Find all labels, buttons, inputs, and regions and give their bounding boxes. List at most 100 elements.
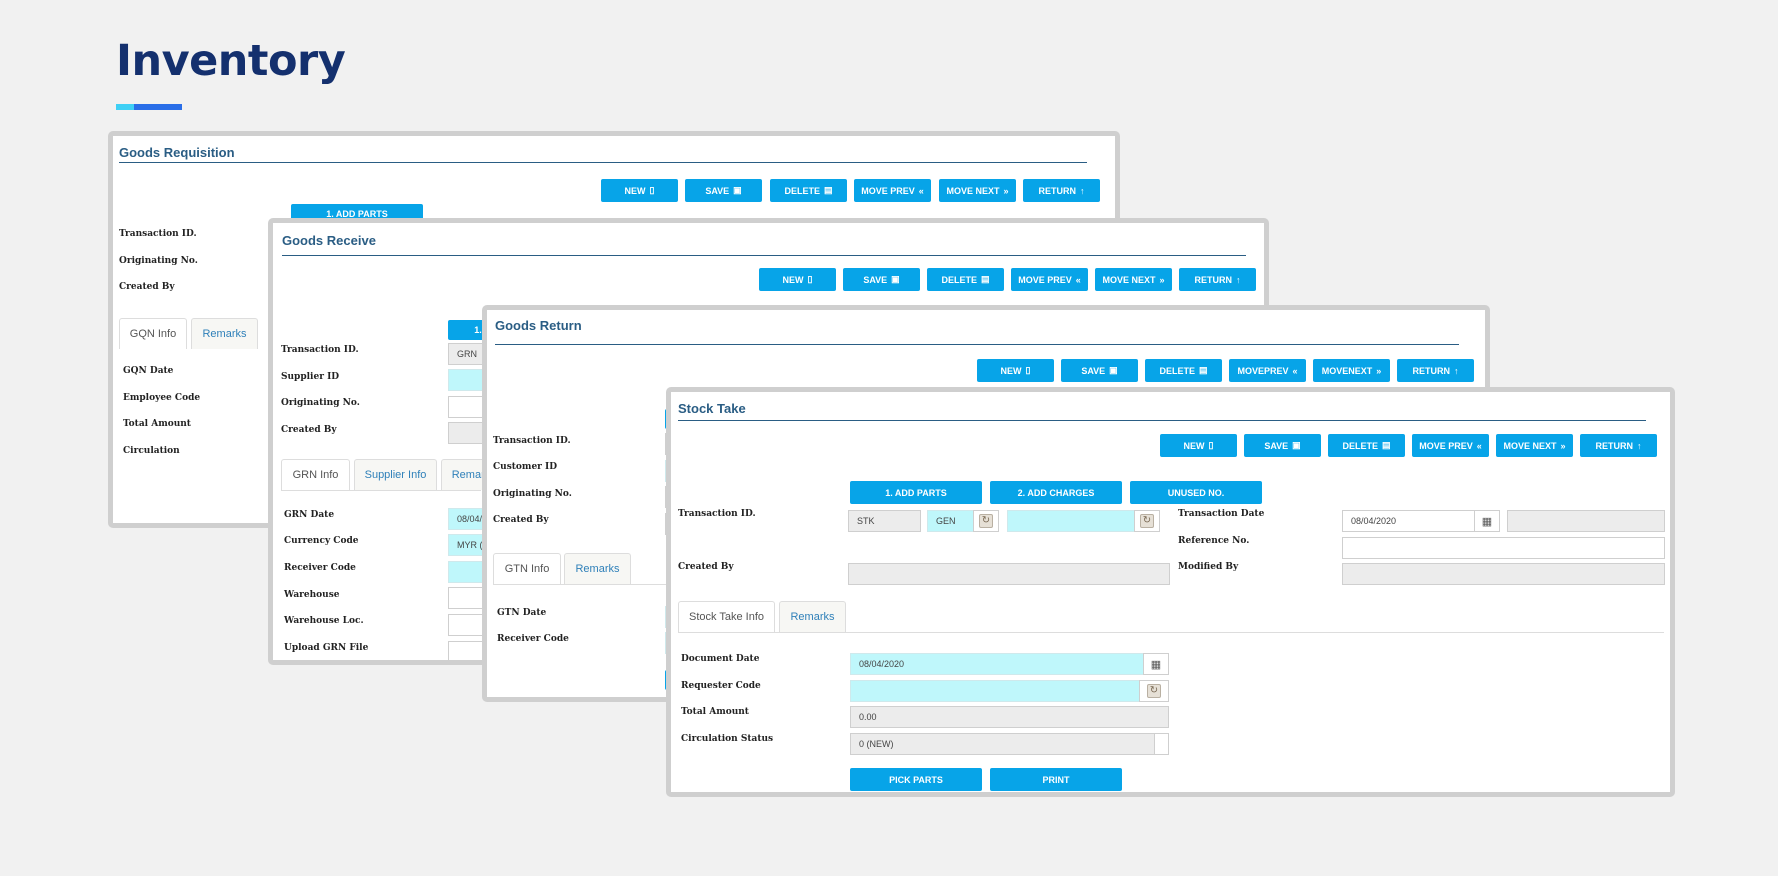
move-next-button[interactable]: MOVE NEXT» — [939, 179, 1016, 202]
return-button[interactable]: RETURN ↑ — [1580, 434, 1657, 457]
move-next-button[interactable]: MOVE NEXT» — [1496, 434, 1573, 457]
arrow-up-icon: ↑ — [1080, 185, 1085, 196]
save-button[interactable]: SAVE ▣ — [685, 179, 762, 202]
print-button[interactable]: PRINT — [990, 768, 1122, 791]
transaction-number-field[interactable] — [1007, 510, 1135, 532]
tab-remarks[interactable]: Remarks — [191, 318, 258, 349]
delete-button[interactable]: DELETE ▤ — [770, 179, 847, 202]
tab-gtn-info[interactable]: GTN Info — [493, 553, 561, 584]
floppy-icon: ▣ — [1109, 365, 1118, 375]
employee-code-label: Employee Code — [123, 393, 201, 403]
reference-no-label: Reference No. — [1178, 536, 1250, 546]
receiver-code-label: Receiver Code — [497, 634, 569, 644]
file-icon: ▯ — [649, 185, 655, 195]
add-parts-button[interactable]: 1. ADD PARTS — [850, 481, 982, 504]
floppy-icon: ▣ — [733, 185, 742, 195]
title-accent-bar — [116, 104, 182, 110]
new-button[interactable]: NEW ▯ — [977, 359, 1054, 382]
tab-remarks[interactable]: Remarks — [779, 601, 846, 632]
refresh-button-2[interactable]: ↻ — [1134, 510, 1160, 532]
refresh-icon: ↻ — [1140, 514, 1154, 528]
delete-button[interactable]: DELETE ▤ — [927, 268, 1004, 291]
refresh-icon: ↻ — [979, 514, 993, 528]
tab-stock-take-info[interactable]: Stock Take Info — [678, 601, 775, 632]
arrow-up-icon: ↑ — [1454, 365, 1459, 376]
double-chevron-left-icon: « — [918, 185, 924, 196]
transaction-date-extra-field — [1507, 510, 1665, 532]
document-date-field[interactable]: 08/04/2020 — [850, 653, 1144, 675]
transaction-id-label: Transaction ID. — [281, 345, 359, 355]
save-button[interactable]: SAVE ▣ — [1061, 359, 1138, 382]
double-chevron-left-icon: « — [1292, 365, 1298, 376]
save-button[interactable]: SAVE ▣ — [843, 268, 920, 291]
new-button[interactable]: NEW ▯ — [601, 179, 678, 202]
originating-no-label: Originating No. — [493, 489, 572, 499]
title-divider — [495, 344, 1459, 345]
tab-gqn-info[interactable]: GQN Info — [119, 318, 187, 349]
tab-divider — [281, 490, 481, 491]
transaction-id-label: Transaction ID. — [678, 509, 756, 519]
pick-parts-button[interactable]: PICK PARTS — [850, 768, 982, 791]
return-button[interactable]: RETURN ↑ — [1397, 359, 1474, 382]
transaction-prefix-field: STK — [848, 510, 921, 532]
circulation-status-label: Circulation Status — [681, 734, 774, 744]
requester-code-label: Requester Code — [681, 681, 761, 691]
created-by-label: Created By — [678, 562, 734, 572]
modified-by-field — [1342, 563, 1665, 585]
transaction-code-field[interactable]: GEN — [927, 510, 974, 532]
customer-id-label: Customer ID — [493, 462, 558, 472]
new-button[interactable]: NEW ▯ — [1160, 434, 1237, 457]
add-charges-button[interactable]: 2. ADD CHARGES — [990, 481, 1122, 504]
gtn-date-label: GTN Date — [497, 608, 547, 618]
move-prev-button[interactable]: MOVE PREV « — [1011, 268, 1088, 291]
move-next-button[interactable]: MOVE NEXT» — [1095, 268, 1172, 291]
return-button[interactable]: RETURN ↑ — [1023, 179, 1100, 202]
calendar-icon: ▦ — [1481, 515, 1493, 528]
transaction-date-label: Transaction Date — [1178, 509, 1265, 519]
title-divider — [678, 420, 1646, 421]
file-icon: ▯ — [1025, 365, 1031, 375]
refresh-button-3[interactable]: ↻ — [1139, 680, 1169, 702]
tab-supplier-info[interactable]: Supplier Info — [354, 459, 437, 490]
delete-button[interactable]: DELETE ▤ — [1328, 434, 1405, 457]
requester-code-field[interactable] — [850, 680, 1140, 702]
receiver-code-label: Receiver Code — [284, 563, 356, 573]
warehouse-label: Warehouse — [284, 590, 340, 600]
refresh-button[interactable]: ↻ — [973, 510, 999, 532]
accent-segment-dark — [134, 104, 182, 110]
stock-take-window: Stock Take NEW ▯ SAVE ▣ DELETE ▤ MOVE PREV «… — [666, 387, 1675, 797]
page-title: Inventory — [116, 36, 346, 86]
trash-icon: ▤ — [824, 185, 833, 195]
originating-no-label: Originating No. — [119, 256, 198, 266]
double-chevron-right-icon: » — [1003, 185, 1009, 196]
transaction-id-label: Transaction ID. — [119, 229, 197, 239]
tab-remarks[interactable]: Remarks — [564, 553, 631, 584]
new-button[interactable]: NEW ▯ — [759, 268, 836, 291]
calendar-icon: ▦ — [1150, 658, 1162, 671]
total-amount-field: 0.00 — [850, 706, 1169, 728]
save-button[interactable]: SAVE ▣ — [1244, 434, 1321, 457]
gqn-date-label: GQN Date — [123, 366, 174, 376]
tab-grn-info[interactable]: GRN Info — [281, 459, 350, 490]
calendar-button[interactable]: ▦ — [1474, 510, 1500, 532]
move-next-button[interactable]: MOVENEXT» — [1313, 359, 1390, 382]
move-prev-button[interactable]: MOVE PREV « — [1412, 434, 1489, 457]
tab-divider — [493, 584, 683, 585]
delete-button[interactable]: DELETE ▤ — [1145, 359, 1222, 382]
trash-icon: ▤ — [981, 274, 990, 284]
return-button[interactable]: RETURN ↑ — [1179, 268, 1256, 291]
move-prev-button[interactable]: MOVE PREV « — [854, 179, 931, 202]
document-date-label: Document Date — [681, 654, 760, 664]
transaction-date-field[interactable]: 08/04/2020 — [1342, 510, 1475, 532]
calendar-button[interactable]: ▦ — [1143, 653, 1169, 675]
unused-no-button[interactable]: UNUSED NO. — [1130, 481, 1262, 504]
move-prev-button[interactable]: MOVEPREV « — [1229, 359, 1306, 382]
circulation-label: Circulation — [123, 446, 180, 456]
grn-date-label: GRN Date — [284, 510, 335, 520]
reference-no-field[interactable] — [1342, 537, 1665, 559]
window-title: Goods Receive — [282, 233, 376, 248]
trash-icon: ▤ — [1199, 365, 1208, 375]
circulation-addon — [1154, 733, 1169, 755]
arrow-up-icon: ↑ — [1637, 440, 1642, 451]
double-chevron-right-icon: » — [1560, 440, 1566, 451]
